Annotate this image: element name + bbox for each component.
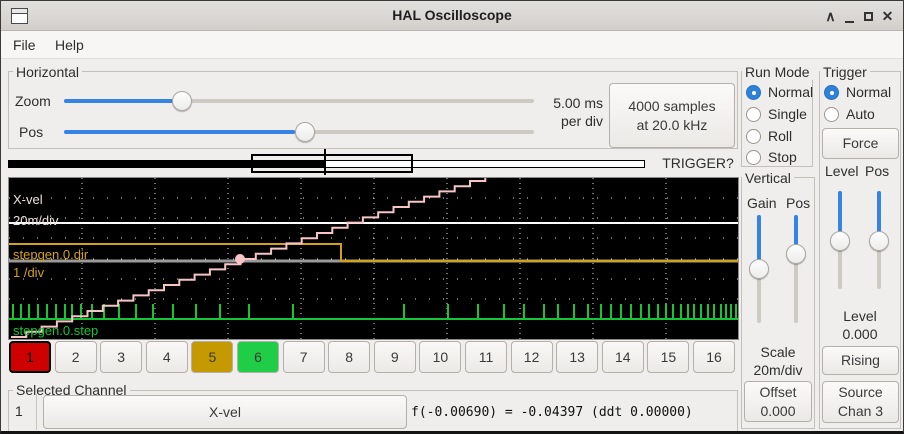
run-mode-normal[interactable]: Normal [746,84,813,100]
shade-button[interactable]: ∧ [821,8,840,25]
radio-label: Stop [768,149,797,165]
source-value: Chan 3 [838,402,883,421]
radio-icon[interactable] [746,85,761,100]
trigger-frame [819,71,901,429]
vertical-pos-slider-handle[interactable] [786,244,806,264]
pos-slider-label: Pos [19,124,43,140]
source-button[interactable]: Source Chan 3 [822,381,899,423]
channel-button-9[interactable]: 9 [374,341,416,373]
scope-canvas: X-vel 20m/div stepgen.0.dir 1 /div stepgen.0… [9,178,738,339]
menu-help[interactable]: Help [49,35,90,56]
offset-label: Offset [759,383,796,402]
channel-button-8[interactable]: 8 [328,341,370,373]
zoom-slider-handle[interactable] [172,91,192,111]
radio-icon[interactable] [746,150,761,165]
radio-label: Roll [768,128,792,144]
window-title: HAL Oscilloscope [1,7,903,23]
channel-button-15[interactable]: 15 [647,341,689,373]
vertical-frame-label: Vertical [742,170,794,186]
channel-button-10[interactable]: 10 [419,341,461,373]
radio-icon[interactable] [824,85,839,100]
scope-label: 1 /div [13,265,45,280]
channel-button-4[interactable]: 4 [146,341,188,373]
offset-value: 0.000 [760,402,795,421]
scale-label: Scale [741,343,815,361]
channel-button-11[interactable]: 11 [465,341,507,373]
radio-icon[interactable] [746,129,761,144]
record-bar-zoom-window[interactable] [251,154,413,173]
selected-channel-number: 1 [15,403,23,419]
samples-button[interactable]: 4000 samples at 20.0 kHz [609,83,735,148]
trigger-pos-slider-handle[interactable] [869,231,889,251]
trigger-level-value: 0.000 [819,325,901,343]
maximize-button[interactable] [859,8,878,24]
minimize-button[interactable] [840,8,859,24]
force-button[interactable]: Force [822,128,899,159]
menu-file[interactable]: File [7,35,42,56]
scale-value: 20m/div [741,361,815,379]
channel-button-12[interactable]: 12 [511,341,553,373]
time-per-div-value: 5.00 ms [541,94,603,112]
radio-label: Normal [846,84,891,100]
pos-slider-handle[interactable] [295,122,315,142]
scope-label: 20m/div [13,213,59,228]
samples-count: 4000 samples [628,97,715,116]
run-mode-frame-label: Run Mode [742,64,813,80]
edge-button[interactable]: Rising [822,346,899,375]
close-button[interactable]: ✕ [878,8,897,25]
channel-button-13[interactable]: 13 [556,341,598,373]
minimize-icon [845,21,854,23]
channel-button-3[interactable]: 3 [100,341,142,373]
trigger-normal[interactable]: Normal [824,84,891,100]
title-bar[interactable]: HAL Oscilloscope ∧ ✕ [1,1,903,31]
offset-button[interactable]: Offset 0.000 [744,381,812,422]
scope-label: X-vel [13,192,43,207]
channel-button-7[interactable]: 7 [283,341,325,373]
scope-display: X-vel 20m/div stepgen.0.dir 1 /div stepgen.0… [8,177,739,340]
trigger-pos-slider-label: Pos [865,163,889,179]
gain-slider-handle[interactable] [749,259,769,279]
channel-button-5[interactable]: 5 [191,341,233,373]
radio-icon[interactable] [746,107,761,122]
run-mode-roll[interactable]: Roll [746,128,792,144]
trigger-frame-label: Trigger [820,64,870,80]
scale-readout: Scale 20m/div [741,343,815,379]
samples-rate: at 20.0 kHz [637,116,708,135]
trigger-level-readout: Level 0.000 [819,307,901,343]
zoom-slider-label: Zoom [15,93,51,109]
trigger-level-slider-label: Level [825,163,858,179]
channel-button-6[interactable]: 6 [237,341,279,373]
channel-button-14[interactable]: 14 [602,341,644,373]
channel-name-button[interactable]: X-vel [43,395,407,429]
channel-button-2[interactable]: 2 [55,341,97,373]
horizontal-frame-label: Horizontal [13,64,82,80]
channel-button-1[interactable]: 1 [9,341,51,373]
radio-label: Normal [768,84,813,100]
scope-label: stepgen.0.dir [13,247,89,262]
menu-bar: File Help [1,31,903,59]
radio-label: Single [768,106,807,122]
trigger-level-slider-handle[interactable] [830,231,850,251]
radio-label: Auto [846,106,875,122]
record-bar-cursor[interactable] [324,149,326,175]
trigger-question-label: TRIGGER? [659,155,737,171]
maximize-icon [864,12,873,21]
scope-label: stepgen.0.step [13,323,98,338]
channel-button-16[interactable]: 16 [693,341,735,373]
selected-channel-divider [36,394,37,430]
time-per-div-label: 5.00 ms per div [541,94,603,130]
vertical-pos-slider-label: Pos [786,195,810,211]
run-mode-single[interactable]: Single [746,106,807,122]
run-mode-stop[interactable]: Stop [746,149,797,165]
source-label: Source [838,383,882,402]
trigger-auto[interactable]: Auto [824,106,875,122]
trigger-level-caption: Level [819,307,901,325]
channel-readout: f(-0.00690) = -0.04397 (ddt 0.00000) [411,405,693,420]
gain-slider-label: Gain [747,195,777,211]
pos-slider-fill [64,130,295,134]
radio-icon[interactable] [824,107,839,122]
time-per-div-units: per div [541,112,603,130]
zoom-slider-fill [64,99,173,103]
hal-oscilloscope-window: HAL Oscilloscope ∧ ✕ File Help Horizonta… [0,0,904,434]
